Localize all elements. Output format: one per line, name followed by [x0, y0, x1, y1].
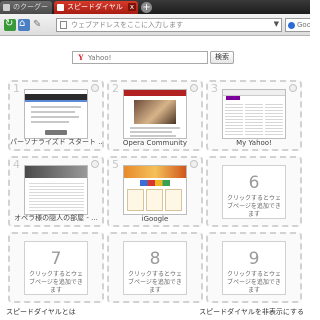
dial-label: オペラ様の隠人の部屋 - ... [14, 214, 98, 222]
speed-dial-7[interactable]: 7 クリックするとウェブページを追加できます [8, 232, 104, 303]
hide-speed-dial-link[interactable]: スピードダイヤルを非表示にする [199, 307, 304, 317]
close-icon[interactable] [190, 160, 198, 168]
speed-dial-2[interactable]: 2 Opera Community [107, 80, 203, 151]
speed-dial-5[interactable]: 5 iGoogle [107, 156, 203, 227]
close-icon[interactable] [190, 84, 198, 92]
page-thumbnail [24, 165, 88, 215]
speed-dial-9[interactable]: 9 クリックするとウェブページを追加できます [206, 232, 302, 303]
page-thumbnail [222, 89, 286, 139]
dial-number: 4 [13, 158, 20, 171]
page-thumbnail [24, 89, 88, 139]
speed-dial-6[interactable]: 6 クリックするとウェブページを追加できます [206, 156, 302, 227]
speed-dial-1[interactable]: 1 パーソナライズド スタート ... [8, 80, 104, 151]
dial-number: 2 [112, 82, 119, 95]
speed-dial-4[interactable]: 4 オペラ様の隠人の部屋 - ... [8, 156, 104, 227]
dial-label: パーソナライズド スタート ... [10, 138, 102, 146]
close-icon[interactable] [91, 84, 99, 92]
empty-slot[interactable]: 8 クリックするとウェブページを追加できます [123, 241, 187, 295]
speed-dial-3[interactable]: 3 My Yahoo! [206, 80, 302, 151]
dial-number: 9 [248, 249, 260, 269]
close-icon[interactable] [289, 84, 297, 92]
add-page-hint: クリックするとウェブページを追加できます [127, 271, 182, 294]
add-page-hint: クリックするとウェブページを追加できます [226, 271, 281, 294]
empty-slot[interactable]: 7 クリックするとウェブページを追加できます [24, 241, 88, 295]
empty-slot[interactable]: 9 クリックするとウェブページを追加できます [222, 241, 286, 295]
dial-number: 8 [149, 249, 161, 269]
dial-label: My Yahoo! [236, 139, 272, 147]
dial-label: iGoogle [141, 215, 169, 223]
page-thumbnail [123, 165, 187, 215]
add-page-hint: クリックするとウェブページを追加できます [28, 271, 83, 294]
empty-slot[interactable]: 6 クリックするとウェブページを追加できます [222, 165, 286, 219]
dial-number: 3 [211, 82, 218, 95]
dial-label: Opera Community [122, 139, 188, 147]
close-icon[interactable] [91, 160, 99, 168]
speed-dial-grid: 1 パーソナライズド スタート ... 2 Opera Community 3 [0, 0, 310, 320]
dial-number: 6 [248, 173, 260, 193]
add-page-hint: クリックするとウェブページを追加できます [226, 195, 281, 218]
dial-number: 5 [112, 158, 119, 171]
dial-number: 1 [13, 82, 20, 95]
dial-number: 7 [50, 249, 62, 269]
speed-dial-8[interactable]: 8 クリックするとウェブページを追加できます [107, 232, 203, 303]
page-thumbnail [123, 89, 187, 139]
about-speed-dial-link[interactable]: スピードダイヤルとは [6, 307, 76, 317]
